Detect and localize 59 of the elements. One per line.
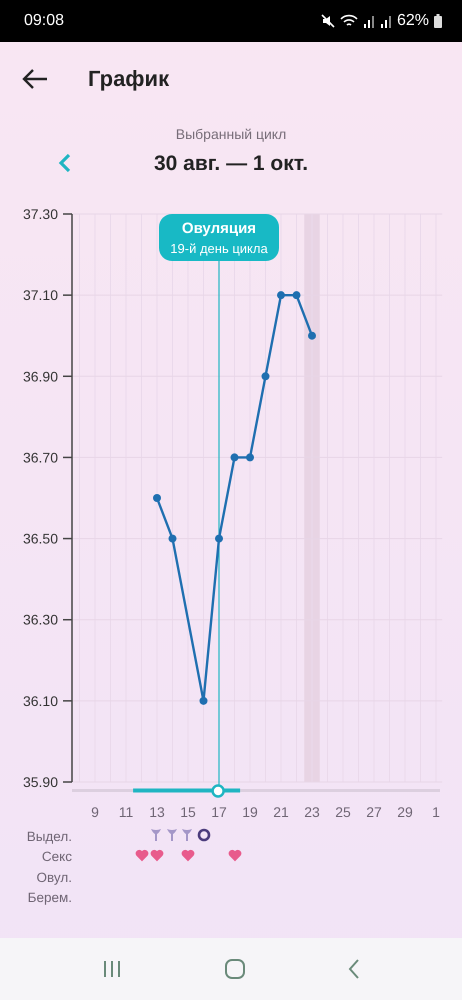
data-point <box>246 453 254 462</box>
x-axis-label: 13 <box>149 804 165 820</box>
spotting-icon <box>150 828 162 842</box>
signal-icon <box>362 14 375 28</box>
data-point <box>277 291 285 300</box>
x-axis-label: 29 <box>397 804 413 820</box>
signal-icon <box>380 14 392 28</box>
page-title: График <box>88 66 170 92</box>
y-axis-label: 36.30 <box>22 612 58 628</box>
y-axis-label: 36.70 <box>22 449 58 466</box>
heart-icon <box>134 848 148 862</box>
home-button[interactable] <box>224 958 246 980</box>
y-axis-label: 37.10 <box>22 287 58 304</box>
row-label: Выдел. <box>26 828 72 844</box>
data-point <box>292 291 300 300</box>
cycle-caption: Выбранный цикл <box>176 126 286 142</box>
x-axis-label: 25 <box>335 804 351 820</box>
y-axis-label: 36.50 <box>22 530 58 547</box>
row-label: Секс <box>40 849 72 864</box>
spotting-icon <box>181 828 193 842</box>
battery-icon <box>434 14 442 28</box>
callout-subtitle: 19-й день цикла <box>170 241 268 256</box>
y-axis-label: 36.90 <box>22 368 58 384</box>
data-point <box>168 534 176 543</box>
x-axis-label: 17 <box>211 804 227 820</box>
y-axis-label: 37.30 <box>22 206 58 222</box>
x-axis-label: 11 <box>118 804 134 820</box>
row-label: Берем. <box>26 890 72 906</box>
mute-icon <box>320 14 335 28</box>
back-icon[interactable] <box>22 68 48 90</box>
heart-icon <box>228 848 242 862</box>
heart-icon <box>150 848 164 862</box>
data-point <box>200 696 208 705</box>
x-axis-label: 15 <box>180 804 196 820</box>
status-time: 09:08 <box>24 12 64 30</box>
back-button[interactable] <box>347 958 362 980</box>
x-axis-label: 9 <box>91 804 99 820</box>
ring-icon <box>196 828 210 842</box>
cycle-range: 30 авг. — 1 окт. <box>154 152 308 176</box>
data-point <box>230 453 238 462</box>
x-axis-label: 19 <box>242 804 258 820</box>
x-axis-label: 1 <box>432 804 440 820</box>
data-point <box>153 494 161 502</box>
x-axis-label: 21 <box>273 804 289 820</box>
slider-thumb[interactable] <box>211 784 225 798</box>
callout-title: Овуляция <box>182 220 256 237</box>
data-point <box>308 332 316 340</box>
y-axis-label: 35.90 <box>22 774 58 790</box>
spotting-icon <box>166 828 178 842</box>
heart-icon <box>181 848 195 862</box>
row-label: Овул. <box>36 870 72 885</box>
x-axis-label: 23 <box>304 804 320 820</box>
y-axis-label: 36.10 <box>22 692 58 709</box>
data-point <box>215 534 223 543</box>
x-axis-label: 27 <box>366 804 382 820</box>
wifi-icon <box>340 14 358 28</box>
previous-cycle-button[interactable] <box>58 152 72 174</box>
data-point <box>262 372 270 380</box>
battery-percent: 62% <box>396 12 429 30</box>
